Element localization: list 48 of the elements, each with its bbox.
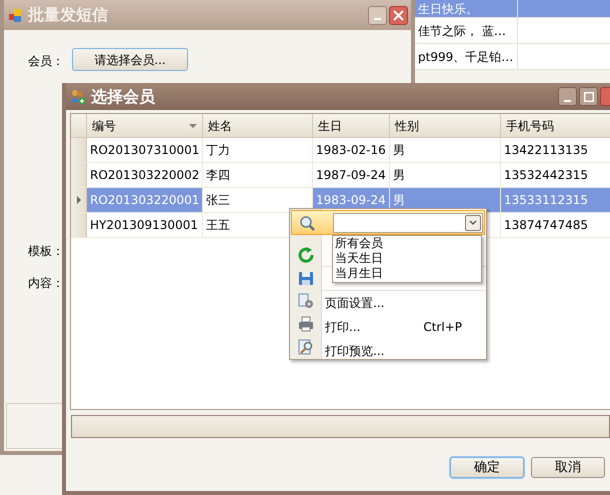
table-cell: 李四 bbox=[203, 163, 313, 187]
maximize-button[interactable] bbox=[579, 87, 598, 106]
select-member-button[interactable]: 请选择会员... bbox=[72, 48, 188, 71]
maximize-icon bbox=[584, 92, 594, 102]
row-header[interactable] bbox=[71, 188, 87, 212]
minimize-icon bbox=[564, 100, 571, 102]
dropdown-button[interactable] bbox=[465, 214, 481, 230]
table-cell: 丁力 bbox=[203, 138, 313, 162]
printer-icon bbox=[298, 316, 314, 332]
dropdown-option[interactable]: 所有会员 bbox=[335, 236, 383, 251]
row-pointer-icon bbox=[76, 196, 80, 204]
table-cell: RO201303220001 bbox=[87, 188, 203, 212]
shortcut-label: Ctrl+P bbox=[423, 319, 462, 336]
column-header[interactable]: 性别 bbox=[390, 114, 501, 137]
cancel-button[interactable]: 取消 bbox=[531, 457, 605, 478]
close-icon bbox=[393, 10, 404, 20]
users-icon bbox=[69, 88, 86, 104]
column-header[interactable]: 编号 bbox=[87, 114, 203, 137]
table-cell: 13533112315 bbox=[501, 188, 610, 212]
menu-item[interactable]: 页面设置... bbox=[325, 294, 384, 312]
minimize-icon bbox=[374, 18, 381, 20]
menu-item[interactable]: 打印... bbox=[325, 318, 360, 336]
gear-icon bbox=[298, 293, 314, 309]
column-header[interactable]: 姓名 bbox=[203, 114, 313, 137]
print-preview-icon bbox=[298, 339, 314, 356]
refresh-icon bbox=[298, 246, 314, 263]
table-cell: 男 bbox=[390, 138, 501, 162]
window-title: 批量发短信 bbox=[28, 4, 108, 26]
field-label: 内容： bbox=[28, 275, 64, 292]
ok-button[interactable]: 确定 bbox=[450, 457, 524, 478]
minimize-button[interactable] bbox=[558, 87, 577, 106]
column-header[interactable]: 手机号码 bbox=[501, 114, 610, 137]
dropdown-option[interactable]: 当月生日 bbox=[335, 266, 383, 281]
app-icon bbox=[8, 8, 23, 22]
minimize-button[interactable] bbox=[368, 6, 387, 24]
column-header[interactable]: 生日 bbox=[313, 114, 390, 137]
menu-item[interactable]: 打印预览... bbox=[325, 342, 384, 360]
table-cell: 佳节之际， 蓝… bbox=[415, 18, 518, 43]
chevron-down-icon bbox=[469, 220, 477, 225]
dropdown-option[interactable]: 当天生日 bbox=[335, 251, 383, 266]
search-icon bbox=[299, 214, 315, 230]
field-label: 会员： bbox=[28, 53, 64, 70]
field-label: 模板： bbox=[28, 243, 64, 260]
table-cell: 生日快乐。 bbox=[415, 0, 518, 17]
window-title: 选择会员 bbox=[91, 86, 155, 108]
filter-dropdown[interactable] bbox=[333, 212, 483, 232]
table-cell: 男 bbox=[390, 163, 501, 187]
close-button[interactable] bbox=[389, 6, 408, 24]
